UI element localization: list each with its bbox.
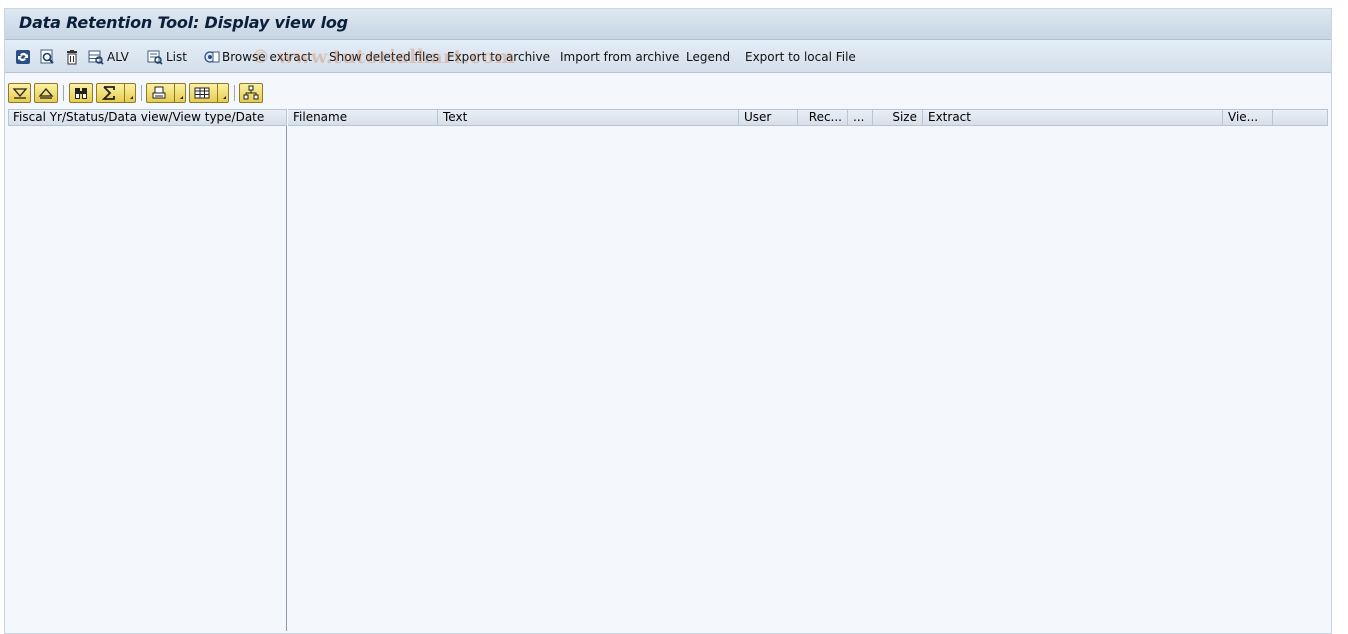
sum-dropdown-arrow[interactable] — [124, 84, 135, 102]
expand-all-icon — [12, 85, 28, 101]
column-header-size[interactable]: Size — [873, 110, 923, 125]
show-deleted-files-button[interactable]: Show deleted files — [329, 48, 439, 66]
column-header-records[interactable]: Rec... — [798, 110, 848, 125]
browse-extract-button[interactable]: Browse extract — [204, 48, 312, 66]
collapse-all-icon — [38, 85, 54, 101]
refresh-button[interactable] — [15, 48, 31, 66]
layout-button[interactable] — [189, 83, 229, 103]
delete-icon — [64, 49, 80, 65]
collapse-all-button[interactable] — [34, 83, 58, 103]
column-header-view[interactable]: Vie... — [1223, 110, 1273, 125]
print-button[interactable] — [146, 83, 186, 103]
export-to-archive-label: Export to archive — [447, 50, 551, 64]
main-window: Data Retention Tool: Display view log AL… — [4, 8, 1332, 634]
find-button[interactable] — [69, 83, 93, 103]
column-header-text[interactable]: Text — [438, 110, 739, 125]
export-to-archive-button[interactable]: Export to archive — [447, 48, 550, 66]
print-dropdown-arrow[interactable] — [174, 84, 185, 102]
layout-icon — [194, 85, 210, 101]
print-icon — [151, 85, 167, 101]
find-icon — [73, 85, 89, 101]
delete-button[interactable] — [64, 48, 80, 66]
show-deleted-files-label: Show deleted files — [329, 50, 439, 64]
display-button[interactable] — [39, 48, 55, 66]
export-to-local-file-button[interactable]: Export to local File — [745, 48, 856, 66]
column-header-user[interactable]: User — [739, 110, 798, 125]
hierarchy-icon — [243, 85, 259, 101]
tree-panel[interactable] — [8, 126, 287, 631]
column-header-unnamed[interactable]: ... — [848, 110, 873, 125]
alv-button[interactable]: ALV — [88, 48, 129, 66]
column-header-filename[interactable]: Filename — [288, 110, 438, 125]
browse-icon — [204, 49, 220, 65]
list-icon — [147, 49, 163, 65]
sum-icon — [101, 85, 117, 101]
alv-label: ALV — [107, 50, 129, 64]
expand-all-button[interactable] — [8, 83, 31, 103]
grid-header: Filename Text User Rec... ... Size Extra… — [288, 109, 1328, 126]
list-label: List — [166, 50, 187, 64]
legend-label: Legend — [686, 50, 731, 64]
application-toolbar: ALV List Browse extract Show deleted fil… — [5, 40, 1331, 73]
sum-button[interactable] — [96, 83, 136, 103]
column-header-extract[interactable]: Extract — [923, 110, 1223, 125]
tree-column-header[interactable]: Fiscal Yr/Status/Data view/View type/Dat… — [8, 109, 287, 126]
window-title: Data Retention Tool: Display view log — [19, 13, 348, 32]
browse-extract-label: Browse extract — [222, 50, 313, 64]
toolbar-separator — [141, 85, 142, 101]
alv-icon — [88, 49, 104, 65]
toolbar-separator — [63, 85, 64, 101]
toolbar-separator — [234, 85, 235, 101]
grid-body[interactable] — [288, 126, 1328, 631]
hierarchy-button[interactable] — [239, 83, 263, 103]
import-from-archive-button[interactable]: Import from archive — [560, 48, 679, 66]
display-icon — [39, 49, 55, 65]
legend-button[interactable]: Legend — [686, 48, 730, 66]
list-button[interactable]: List — [147, 48, 187, 66]
refresh-icon — [15, 49, 31, 65]
layout-dropdown-arrow[interactable] — [217, 84, 228, 102]
alv-toolbar — [5, 81, 1331, 105]
import-from-archive-label: Import from archive — [560, 50, 680, 64]
export-to-local-file-label: Export to local File — [745, 50, 856, 64]
title-bar: Data Retention Tool: Display view log — [5, 9, 1331, 40]
